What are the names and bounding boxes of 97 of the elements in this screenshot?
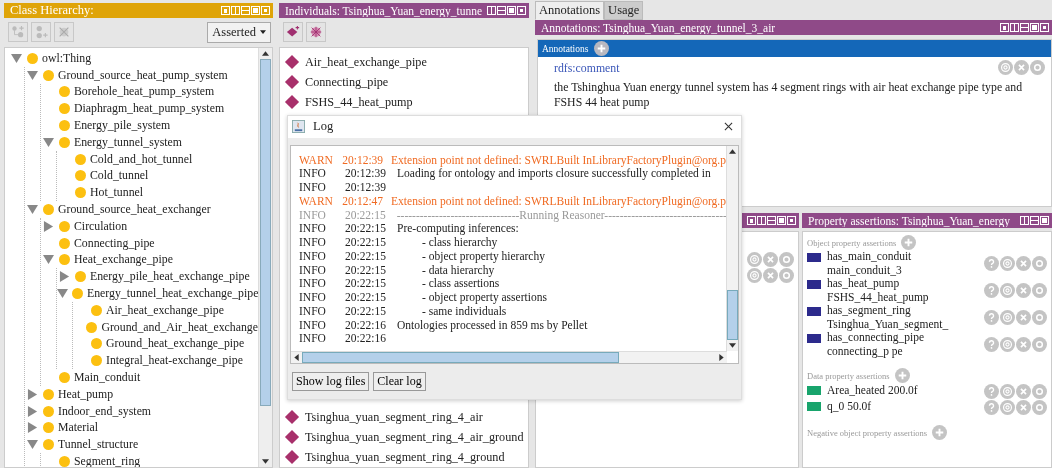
dialog-title: Log <box>313 119 334 135</box>
log-level: INFO <box>299 304 327 319</box>
property-assertion[interactable]: q_0 50.0f <box>827 400 872 414</box>
individual-item[interactable]: Tsinghua_yuan_segment_ring_4_air_ground <box>305 429 524 445</box>
log-message: Extension point not defined: SWRLBuilt InLibraryFactoryPlugin@org.p <box>391 194 726 209</box>
class-tree-item[interactable]: Connecting_pipe <box>74 235 155 251</box>
log-level: WARN <box>299 194 334 209</box>
log-message: - class hierarchy <box>421 236 498 250</box>
log-time: 20:22:15 <box>345 263 387 278</box>
class-tree-item[interactable]: Material <box>58 420 98 436</box>
section-title: Negative object property assertions <box>807 427 928 438</box>
view-mode-dropdown[interactable]: Asserted <box>207 21 271 43</box>
class-tree-item[interactable]: Segment_ring <box>74 454 141 467</box>
log-time: 20:22:15 <box>345 304 387 319</box>
class-tree-item[interactable]: Borehole_heat_pump_system <box>74 84 215 100</box>
class-tree-item[interactable]: owl:Thing <box>42 50 92 66</box>
section-title: Object property assertions <box>807 237 897 248</box>
individual-item[interactable]: FSHS_44_heat_pump <box>305 94 413 110</box>
class-tree-item[interactable]: Energy_pile_heat_exchange_pipe <box>90 269 250 285</box>
class-tree-item[interactable]: Indoor_end_system <box>58 403 152 419</box>
log-time: 20:22:16 <box>345 318 387 333</box>
tab[interactable]: Usage <box>604 1 644 20</box>
class-tree-item[interactable]: Cold_tunnel <box>90 168 149 184</box>
pane-title: Annotations: Tsinghua_Yuan_energy_tunnel_3_air <box>541 21 777 34</box>
class-tree-item[interactable]: Ground_source_heat_exchanger <box>58 202 211 218</box>
log-time: 20:22:15 <box>345 249 387 264</box>
class-tree-item[interactable]: Energy_pile_system <box>74 118 171 134</box>
property-name[interactable]: has_connecting_pipe <box>827 331 925 345</box>
dialog-button[interactable]: Show log files <box>292 372 370 391</box>
property-value[interactable]: connecting_p pe <box>827 344 925 358</box>
tab[interactable]: Annotations <box>535 1 605 20</box>
class-tree-item[interactable]: Cold_and_hot_tunnel <box>90 151 193 167</box>
log-time: 20:22:16 <box>345 332 387 347</box>
log-time: 20:22:15 <box>345 222 387 237</box>
property-value[interactable]: main_conduit_3 <box>827 263 912 277</box>
log-level: INFO <box>299 291 327 305</box>
log-message: - object property hierarchy <box>421 249 545 264</box>
log-message: - class assertions <box>421 277 500 292</box>
class-tree-item[interactable]: Diaphragm_heat_pump_system <box>74 101 225 117</box>
log-message: Extension point not defined: SWRLBuilt InLibraryFactoryPlugin@org.p <box>391 153 726 168</box>
log-message: - data hierarchy <box>421 263 495 278</box>
log-time: 20:22:15 <box>344 208 387 223</box>
class-tree-item[interactable]: Heat_exchange_pipe <box>74 252 173 268</box>
class-tree-item[interactable]: Ground_and_Air_heat_exchange <box>101 319 258 335</box>
pane-title: Class Hierarchy: <box>10 3 95 18</box>
class-tree-item[interactable]: Hot_tunnel <box>90 185 144 201</box>
log-time: 20:12:47 <box>342 194 385 209</box>
log-level: INFO <box>299 332 327 347</box>
pane-title: Property assertions: Tsinghua_Yuan_energy <box>808 214 1011 227</box>
log-time: 20:12:39 <box>342 153 385 168</box>
class-tree-item[interactable]: Energy_tunnel_heat_exchange_pipe <box>87 286 258 302</box>
class-tree-item[interactable]: Ground_source_heat_pump_system <box>58 67 228 83</box>
log-level: INFO <box>299 167 327 182</box>
property-name[interactable]: has_heat_pump <box>827 277 929 291</box>
log-level: INFO <box>299 181 327 195</box>
individual-item[interactable]: Tsinghua_yuan_segment_ring_4_air <box>305 409 483 425</box>
log-time: 20:22:15 <box>345 236 387 250</box>
log-level: WARN <box>299 153 334 168</box>
individual-item[interactable]: Tsinghua_yuan_segment_ring_4_ground <box>305 449 505 465</box>
log-message: Pre-computing inferences: <box>397 222 519 237</box>
individual-item[interactable]: Air_heat_exchange_pipe <box>305 54 427 70</box>
dialog-button[interactable]: Clear log <box>373 372 426 391</box>
annotation-value: the Tshinghua Yuan energy tunnel system has 4 segment rings with air heat exchange pipe type and FSHS 44 heat pump <box>554 80 1024 110</box>
class-tree-item[interactable]: Energy_tunnel_system <box>74 134 182 150</box>
log-time: 20:12:39 <box>345 167 387 182</box>
log-message: - same individuals <box>421 304 507 319</box>
property-value[interactable]: Tsinghua_Yuan_segment_ <box>827 317 949 331</box>
section-title: Annotations <box>542 43 589 54</box>
log-level: INFO <box>299 236 327 250</box>
class-tree-item[interactable]: Heat_pump <box>58 386 114 402</box>
property-value[interactable]: FSHS_44_heat_pump <box>827 290 929 304</box>
log-level: INFO <box>299 318 327 333</box>
class-tree-item[interactable]: Main_conduit <box>74 370 141 386</box>
log-message: Ontologies processed in 859 ms by Pellet <box>397 318 588 333</box>
log-message: Loading for ontology and imports closure successfully completed in <box>397 167 711 182</box>
log-level: INFO <box>299 277 327 292</box>
log-level: INFO <box>299 208 327 223</box>
log-level: INFO <box>299 222 327 237</box>
annotation-property-link[interactable]: rdfs:comment <box>554 61 620 76</box>
class-tree-item[interactable]: Tunnel_structure <box>58 437 139 453</box>
log-time: 20:22:15 <box>345 291 387 305</box>
property-name[interactable]: has_segment_ring <box>827 304 949 318</box>
individual-item[interactable]: Connecting_pipe <box>305 74 389 90</box>
class-tree-item[interactable]: Air_heat_exchange_pipe <box>106 302 224 318</box>
log-level: INFO <box>299 249 327 264</box>
property-name[interactable]: has_main_conduit <box>827 250 912 264</box>
log-time: 20:22:15 <box>345 277 387 292</box>
property-assertion[interactable]: Area_heated 200.0f <box>827 384 918 398</box>
class-tree-item[interactable]: Ground_heat_exchange_pipe <box>106 336 245 352</box>
section-title: Data property assertions <box>807 370 890 381</box>
pane-title: Individuals: Tsinghua_Yuan_energy_tunne <box>285 4 484 17</box>
log-message: --------------------------------Running Reasoner-------------------------------- <box>396 208 726 223</box>
class-tree-item[interactable]: Integral_heat-exchange_pipe <box>106 353 243 369</box>
class-tree-item[interactable]: Circulation <box>74 218 128 234</box>
log-level: INFO <box>299 263 327 278</box>
log-time: 20:12:39 <box>345 181 387 195</box>
log-message: - object property assertions <box>421 291 547 305</box>
